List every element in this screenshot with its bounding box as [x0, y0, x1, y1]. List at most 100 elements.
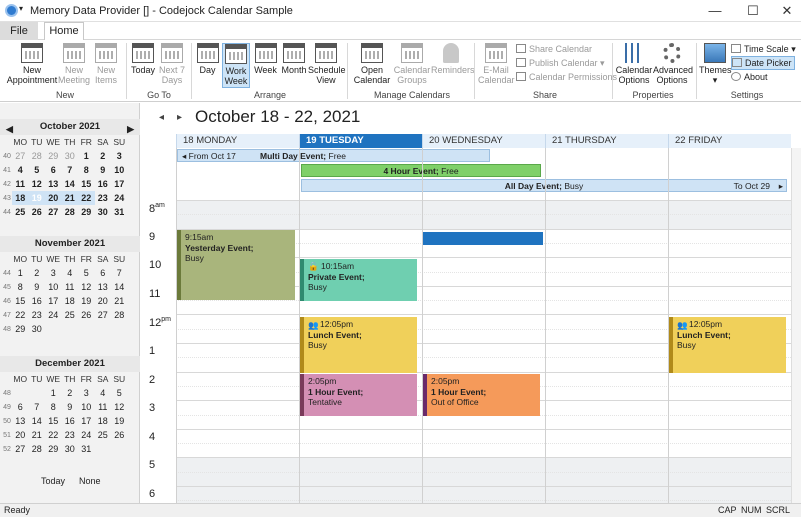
next-month-arrow-icon[interactable]: ▶ [127, 121, 134, 137]
minical-day[interactable]: 19 [78, 294, 95, 308]
new-meeting-button[interactable]: New Meeting [58, 43, 90, 85]
maximize-button[interactable]: ☐ [738, 2, 768, 20]
minical-day[interactable]: 8 [12, 280, 29, 294]
minical-day[interactable]: 24 [78, 428, 95, 442]
minical-day[interactable]: 6 [45, 163, 62, 177]
minical-day[interactable]: 10 [111, 163, 128, 177]
new-items-button[interactable]: New Items [90, 43, 122, 85]
vertical-scrollbar[interactable] [791, 148, 801, 503]
prev-month-arrow-icon[interactable]: ◀ [6, 121, 13, 137]
minical-day[interactable]: 16 [62, 414, 79, 428]
minical-day[interactable]: 5 [78, 266, 95, 280]
prev-week-icon[interactable]: ◂ [159, 112, 164, 123]
minical-day[interactable]: 24 [111, 191, 128, 205]
minical-day[interactable]: 30 [62, 442, 79, 456]
minical-day[interactable]: 24 [45, 308, 62, 322]
minical-day[interactable]: 29 [12, 322, 29, 336]
minical-day[interactable]: 17 [45, 294, 62, 308]
next-7-days-button[interactable]: Next 7 Days [157, 43, 187, 85]
minical-day[interactable]: 11 [62, 280, 79, 294]
minical-day[interactable]: 4 [12, 163, 29, 177]
minical-day[interactable]: 28 [29, 149, 46, 163]
minical-day[interactable]: 14 [62, 177, 79, 191]
minical-day[interactable]: 14 [111, 280, 128, 294]
minical-day[interactable]: 8 [45, 400, 62, 414]
day-header-tuesday[interactable]: 19 TUESDAY [299, 134, 422, 148]
minical-day[interactable]: 30 [62, 149, 79, 163]
day-header-wednesday[interactable]: 20 WEDNESDAY [422, 134, 545, 148]
minical-day[interactable]: 25 [62, 308, 79, 322]
minical-day[interactable]: 12 [111, 400, 128, 414]
minical-day[interactable]: 26 [29, 205, 46, 219]
minical-day[interactable]: 29 [45, 149, 62, 163]
minical-day[interactable]: 1 [45, 386, 62, 400]
next-week-icon[interactable]: ▸ [177, 112, 182, 123]
minical-day[interactable]: 27 [12, 442, 29, 456]
minical-day[interactable]: 20 [45, 191, 62, 205]
minical-day[interactable]: 1 [12, 266, 29, 280]
minical-day[interactable]: 13 [12, 414, 29, 428]
minical-day[interactable]: 27 [95, 308, 112, 322]
minical-day[interactable]: 7 [29, 400, 46, 414]
day-header-monday[interactable]: 18 MONDAY [176, 134, 299, 148]
minical-day[interactable]: 17 [111, 177, 128, 191]
minical-day[interactable]: 15 [12, 294, 29, 308]
tab-home[interactable]: Home [44, 22, 84, 41]
new-appointment-button[interactable]: New Appointment [6, 43, 58, 85]
schedule-view-button[interactable]: Schedule View [308, 43, 346, 85]
minical-day[interactable]: 10 [45, 280, 62, 294]
minical-day[interactable]: 29 [45, 442, 62, 456]
themes-button[interactable]: Themes ▾ [699, 43, 732, 85]
blue-time-block[interactable] [423, 232, 543, 245]
minical-day[interactable]: 31 [111, 205, 128, 219]
minical-day[interactable]: 26 [111, 428, 128, 442]
close-button[interactable]: ✕ [772, 2, 801, 20]
all-day-event[interactable]: All Day Event; Busy To Oct 29 ▸ [301, 179, 787, 192]
minical-day[interactable]: 12 [78, 280, 95, 294]
minical-day[interactable]: 18 [62, 294, 79, 308]
minical-day[interactable]: 3 [78, 386, 95, 400]
yesterday-event[interactable]: 9:15am Yesterday Event; Busy [177, 230, 295, 300]
private-event[interactable]: 🔒 10:15am Private Event; Busy [300, 259, 417, 301]
minical-day[interactable]: 7 [62, 163, 79, 177]
minical-day[interactable]: 14 [29, 414, 46, 428]
minical-day[interactable]: 1 [78, 149, 95, 163]
about-button[interactable]: About [731, 71, 768, 83]
minical-day[interactable]: 5 [111, 386, 128, 400]
one-hour-event-out-of-office[interactable]: 2:05pm 1 Hour Event; Out of Office [423, 374, 540, 416]
minical-day[interactable]: 21 [61, 191, 78, 205]
minical-day[interactable]: 21 [29, 428, 46, 442]
minical-day[interactable]: 30 [95, 205, 112, 219]
lunch-event-friday[interactable]: 👥12:05pm Lunch Event; Busy [669, 317, 786, 373]
minical-day[interactable]: 20 [95, 294, 112, 308]
minical-day[interactable]: 19 [111, 414, 128, 428]
work-week-view-button[interactable]: Work Week [222, 43, 250, 88]
minical-day[interactable]: 16 [29, 294, 46, 308]
minical-day[interactable]: 28 [62, 205, 79, 219]
day-view-button[interactable]: Day [194, 43, 221, 76]
minical-day[interactable]: 18 [12, 191, 29, 205]
minical-day[interactable]: 17 [78, 414, 95, 428]
email-calendar-button[interactable]: E-Mail Calendar [478, 43, 515, 85]
minical-day[interactable]: 11 [12, 177, 29, 191]
minical-day[interactable]: 15 [45, 414, 62, 428]
minical-day[interactable]: 2 [62, 386, 79, 400]
one-hour-event-tentative[interactable]: 2:05pm 1 Hour Event; Tentative [300, 374, 417, 416]
minical-day[interactable]: 3 [111, 149, 128, 163]
minical-day[interactable]: 13 [95, 280, 112, 294]
minical-day[interactable]: 21 [111, 294, 128, 308]
minical-day[interactable]: 29 [78, 205, 95, 219]
calendar-groups-button[interactable]: Calendar Groups [393, 43, 431, 85]
minical-day[interactable]: 15 [78, 177, 95, 191]
minical-day[interactable]: 16 [95, 177, 112, 191]
minical-day[interactable]: 22 [45, 428, 62, 442]
today-button[interactable]: Today [129, 43, 157, 76]
minical-day[interactable]: 3 [45, 266, 62, 280]
minical-day[interactable]: 18 [95, 414, 112, 428]
app-icon[interactable] [5, 4, 18, 17]
minical-day[interactable]: 2 [95, 149, 112, 163]
day-header-friday[interactable]: 22 FRIDAY [668, 134, 791, 148]
minical-day[interactable]: 25 [95, 428, 112, 442]
advanced-options-button[interactable]: Advanced Options [653, 43, 693, 85]
minical-day[interactable]: 30 [29, 322, 46, 336]
